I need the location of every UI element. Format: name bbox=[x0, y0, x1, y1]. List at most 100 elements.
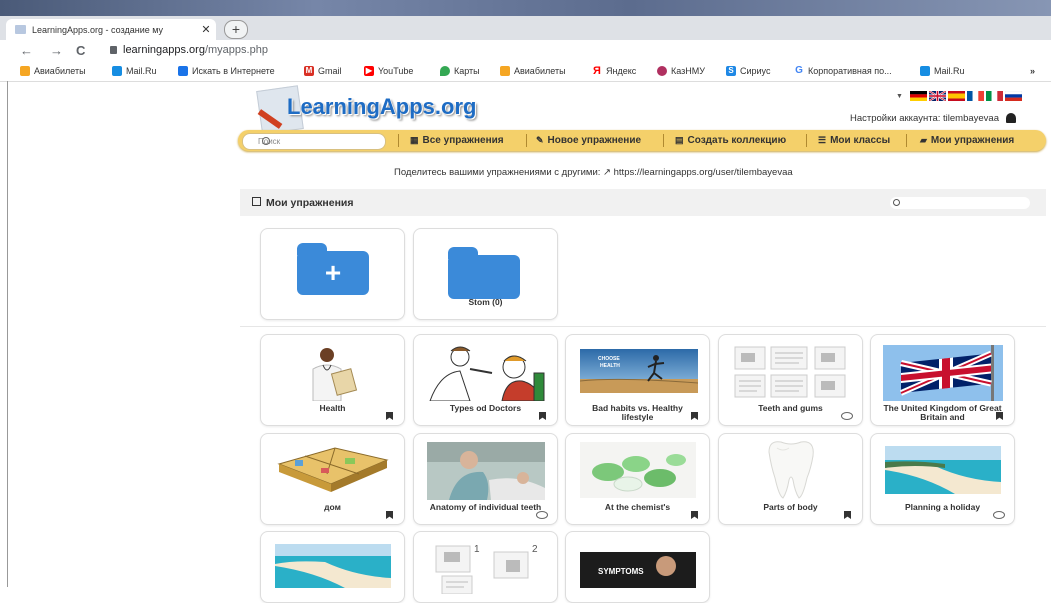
france-flag-icon[interactable] bbox=[966, 91, 984, 101]
app-card-health[interactable]: Health bbox=[260, 334, 405, 426]
bookmark-flag-icon bbox=[539, 412, 546, 420]
dentist-cartoon-thumbnail bbox=[429, 346, 545, 401]
menu-all-exercises[interactable]: ▦ Все упражнения bbox=[410, 135, 504, 146]
plane-icon bbox=[20, 66, 30, 76]
forward-arrow-icon[interactable]: → bbox=[50, 43, 63, 58]
new-tab-button[interactable]: + bbox=[224, 20, 248, 39]
bookmark-item[interactable]: Mail.Ru bbox=[112, 66, 157, 76]
eye-icon bbox=[993, 511, 1005, 519]
panel-title[interactable]: Мои упражнения bbox=[252, 197, 354, 209]
menu-separator bbox=[906, 134, 907, 147]
app-label: Bad habits vs. Healthy lifestyle bbox=[592, 403, 683, 422]
language-selector[interactable]: ▼ bbox=[896, 91, 1022, 101]
app-card-sequence[interactable]: 1 2 bbox=[413, 531, 558, 603]
url-domain: learningapps.org bbox=[123, 44, 205, 56]
bookmark-item[interactable]: Авиабилеты bbox=[20, 66, 86, 76]
house-plan-thumbnail bbox=[277, 447, 389, 492]
main-menu-bar: Поиск ▦ Все упражнения ✎ Новое упражнение … bbox=[238, 130, 1046, 151]
mail-ru-icon bbox=[112, 66, 122, 76]
os-taskbar-blur bbox=[0, 0, 1051, 16]
runner-thumbnail: CHOOSE HEALTH bbox=[580, 349, 698, 393]
tab-close-icon[interactable]: ✕ bbox=[200, 23, 212, 36]
google-icon: G bbox=[795, 65, 803, 76]
app-card-chemist[interactable]: At the chemist's bbox=[565, 433, 710, 525]
bookmark-flag-icon bbox=[386, 511, 393, 519]
bookmark-item[interactable]: Искать в Интернете bbox=[178, 66, 275, 76]
user-icon bbox=[1005, 113, 1016, 123]
bookmarks-bar: Авиабилеты Mail.Ru Искать в Интернете MG… bbox=[0, 62, 1051, 82]
plane-icon bbox=[500, 66, 510, 76]
collapse-toggle-icon bbox=[252, 197, 261, 206]
app-card-beach[interactable] bbox=[260, 531, 405, 603]
account-settings-link[interactable]: Настройки аккаунта: tilembayevaa bbox=[850, 113, 1016, 124]
back-arrow-icon[interactable]: ← bbox=[20, 43, 33, 58]
app-card-parts-body[interactable]: Parts of body bbox=[718, 433, 863, 525]
app-card-uk[interactable]: The United Kingdom of Great Britain and bbox=[870, 334, 1015, 426]
folder-icon bbox=[448, 247, 520, 299]
app-label: Teeth and gums bbox=[758, 403, 823, 413]
section-divider bbox=[240, 326, 1046, 327]
url-path: /myapps.php bbox=[204, 44, 268, 56]
bookmark-item[interactable]: Авиабилеты bbox=[500, 66, 566, 76]
germany-flag-icon[interactable] bbox=[909, 91, 927, 101]
folder-icon: ▰ bbox=[920, 135, 927, 145]
site-search-input[interactable]: Поиск bbox=[242, 133, 386, 150]
collection-icon: ▤ bbox=[675, 135, 684, 145]
thumb-text: HEALTH bbox=[600, 363, 620, 369]
app-card-dom[interactable]: дом bbox=[260, 433, 405, 525]
bookmark-item[interactable]: КазНМУ bbox=[657, 66, 705, 76]
bookmark-item[interactable]: S Сириус bbox=[726, 66, 770, 76]
symptoms-thumbnail: SYMPTOMS bbox=[580, 552, 696, 588]
uk-flag-thumbnail bbox=[883, 345, 1003, 401]
my-exercises-panel-header: Мои упражнения bbox=[240, 189, 1046, 216]
mail-ru-icon bbox=[920, 66, 930, 76]
app-label: Parts of body bbox=[763, 502, 818, 512]
menu-my-classes[interactable]: ☰ Мои классы bbox=[818, 135, 890, 146]
new-folder-card[interactable]: + bbox=[260, 228, 405, 320]
bookmark-item[interactable]: Mail.Ru bbox=[920, 66, 965, 76]
doctor-thumbnail bbox=[312, 348, 358, 401]
app-label: Types od Doctors bbox=[449, 403, 522, 413]
search-icon bbox=[893, 199, 900, 206]
bookmark-item[interactable]: ▶ YouTube bbox=[364, 66, 413, 76]
youtube-icon: ▶ bbox=[364, 66, 374, 76]
bookmarks-more-button[interactable]: » bbox=[1030, 66, 1035, 76]
bookmark-item[interactable]: Карты bbox=[440, 66, 480, 76]
app-card-types-doctors[interactable]: Types od Doctors bbox=[413, 334, 558, 426]
app-card-symptoms[interactable]: SYMPTOMS bbox=[565, 531, 710, 603]
bookmark-item[interactable]: G Корпоративная по... bbox=[794, 65, 892, 77]
grid-icon: ▦ bbox=[410, 135, 419, 145]
beach-thumbnail bbox=[885, 446, 1001, 494]
tab-title: LearningApps.org - создание му bbox=[32, 24, 164, 35]
list-icon: ☰ bbox=[818, 135, 827, 145]
menu-create-collection[interactable]: ▤ Создать коллекцию bbox=[675, 135, 786, 146]
panel-search-input[interactable] bbox=[890, 197, 1030, 209]
browser-tab[interactable]: LearningApps.org - создание му ✕ bbox=[6, 19, 216, 40]
reload-icon[interactable]: C bbox=[76, 43, 85, 58]
tooth-thumbnail bbox=[768, 441, 814, 499]
app-label: At the chemist's bbox=[604, 502, 671, 512]
app-card-bad-habits[interactable]: CHOOSE HEALTH Bad habits vs. Healthy lif… bbox=[565, 334, 710, 426]
bookmark-item[interactable]: M Gmail bbox=[304, 66, 342, 76]
bookmark-item[interactable]: Я Яндекс bbox=[592, 65, 636, 77]
uk-flag-icon[interactable] bbox=[928, 91, 946, 101]
menu-my-exercises[interactable]: ▰ Мои упражнения bbox=[920, 135, 1014, 146]
search-icon bbox=[262, 137, 270, 145]
app-card-teeth-gums[interactable]: Teeth and gums bbox=[718, 334, 863, 426]
yandex-icon: Я bbox=[593, 65, 601, 77]
share-text: Поделитесь вашими упражнениями с другими… bbox=[394, 167, 793, 178]
app-card-planning-holiday[interactable]: Planning a holiday bbox=[870, 433, 1015, 525]
menu-new-exercise[interactable]: ✎ Новое упражнение bbox=[536, 135, 641, 146]
menu-separator bbox=[663, 134, 664, 147]
folder-card[interactable]: Stom (0) bbox=[413, 228, 558, 320]
url-field[interactable]: learningapps.org/myapps.php bbox=[110, 44, 268, 56]
pills-thumbnail bbox=[580, 442, 696, 498]
spain-flag-icon[interactable] bbox=[947, 91, 965, 101]
menu-separator bbox=[806, 134, 807, 147]
app-card-anatomy-teeth[interactable]: Anatomy of individual teeth bbox=[413, 433, 558, 525]
italy-flag-icon[interactable] bbox=[985, 91, 1003, 101]
site-logo[interactable]: LearningApps.org bbox=[255, 85, 505, 135]
tab-strip: LearningApps.org - создание му ✕ + bbox=[0, 16, 1051, 40]
thumb-number: 1 bbox=[474, 544, 480, 555]
russia-flag-icon[interactable] bbox=[1004, 91, 1022, 101]
